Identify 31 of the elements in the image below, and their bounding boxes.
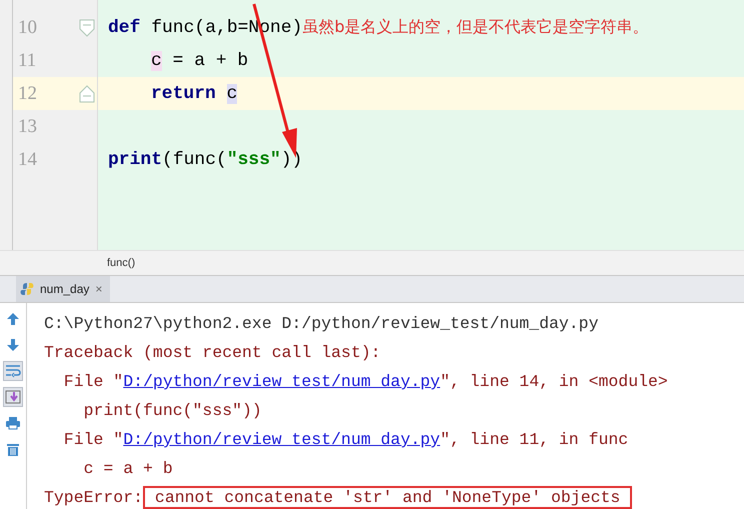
fold-marker-icon[interactable] [79, 18, 95, 36]
arrow-down-icon[interactable] [6, 338, 20, 352]
annotation-text: 虽然b是名义上的空，但是不代表它是空字符串。 [302, 17, 649, 38]
line-number: 13 [18, 116, 37, 138]
code-line: print(func("sss")) [108, 150, 302, 170]
file-link[interactable]: D:/python/review_test/num_day.py [123, 372, 440, 391]
console-line: c = a + b [82, 458, 174, 480]
console-line: Traceback (most recent call last): [44, 342, 382, 364]
python-icon [20, 282, 34, 296]
close-icon[interactable]: × [95, 282, 102, 296]
line-number: 11 [18, 50, 36, 72]
console-line: TypeError: cannot concatenate 'str' and 'NoneType' objects [44, 483, 668, 509]
code-line: return c [151, 84, 238, 104]
printer-icon[interactable] [5, 416, 21, 430]
trash-icon[interactable] [6, 442, 20, 456]
code-line: c = a + b [151, 50, 248, 70]
fold-marker-icon[interactable] [79, 84, 95, 102]
console-line: File "D:/python/review_test/num_day.py", line 14, in <module> [62, 371, 668, 393]
error-message: cannot concatenate 'str' and 'NoneType' objects [143, 486, 632, 509]
line-number: 10 [18, 16, 37, 38]
console-line: File "D:/python/review_test/num_day.py", line 11, in func [62, 429, 630, 451]
console-line: C:\Python27\python2.exe D:/python/review_test/num_day.py [44, 313, 600, 335]
line-number: 12 [18, 82, 37, 104]
run-tab[interactable]: num_day × [16, 276, 110, 302]
breadcrumb[interactable]: func() [107, 257, 136, 269]
scroll-to-end-icon[interactable] [5, 390, 21, 404]
console-line: print(func("sss")) [82, 400, 263, 422]
line-number: 14 [18, 148, 37, 170]
soft-wrap-icon[interactable] [5, 364, 21, 378]
file-link[interactable]: D:/python/review_test/num_day.py [123, 430, 440, 449]
arrow-up-icon[interactable] [6, 312, 20, 326]
